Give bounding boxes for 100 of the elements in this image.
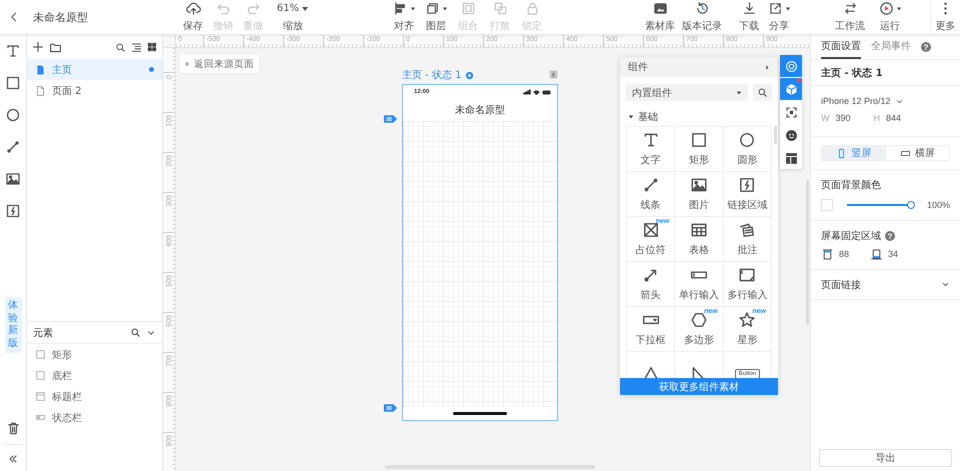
element-item[interactable]: 底栏 (27, 365, 162, 386)
height-value[interactable]: 844 (886, 113, 924, 123)
rectangle-icon[interactable] (5, 75, 21, 91)
trash-icon[interactable] (6, 421, 20, 436)
list-icon[interactable] (131, 42, 142, 52)
toolbar-button[interactable]: 图层 (420, 0, 452, 34)
toolbar-button[interactable]: 下载 (734, 0, 764, 34)
circle-icon (738, 131, 756, 149)
interaction-icon[interactable] (549, 70, 558, 79)
help-icon[interactable]: ? (921, 42, 931, 52)
add-icon[interactable] (32, 41, 44, 53)
toolbar-button[interactable]: 版本记录 (678, 0, 726, 34)
toolbar-button[interactable]: 对齐 (388, 0, 420, 34)
component-item[interactable]: 批注 (724, 217, 772, 262)
lock-icon (524, 1, 540, 16)
line-icon[interactable] (5, 139, 21, 155)
note-icon (738, 221, 756, 239)
field-label: H (874, 113, 880, 123)
component-item[interactable]: 矩形 (675, 127, 724, 172)
collapse-icon[interactable] (7, 453, 19, 465)
component-item[interactable]: 圆形 (724, 127, 772, 172)
tab[interactable]: 页面设置 (821, 35, 861, 59)
component-item[interactable]: 线条 (627, 172, 676, 217)
page-icon (35, 64, 46, 76)
rectangle-icon (35, 370, 46, 381)
component-item[interactable]: 多行输入 (724, 262, 772, 307)
rectangle-icon (690, 131, 708, 149)
workflow-icon (842, 1, 858, 16)
grid-icon[interactable] (147, 42, 157, 52)
expand-icon[interactable] (764, 62, 770, 72)
current-dot (149, 67, 154, 72)
group-icon (460, 1, 476, 16)
component-item[interactable]: 链接区域 (724, 172, 772, 217)
toolbar-button[interactable]: 61% 缩放 (268, 0, 318, 34)
play-icon (878, 1, 894, 16)
crop-frame-icon (784, 106, 798, 118)
component-item[interactable]: 箭头 (627, 262, 676, 307)
export-button[interactable]: 导出 (819, 449, 952, 467)
device-dropdown[interactable]: iPhone 12 Pro/12 (821, 94, 950, 108)
caret-icon (442, 6, 448, 12)
guide-tag-icon[interactable] (383, 403, 398, 413)
field-label: W (821, 113, 830, 123)
text-icon (642, 131, 660, 149)
toolbar-button[interactable]: 更多 (930, 0, 960, 34)
toolbar-button[interactable]: 素材库 (642, 0, 678, 34)
notification-dot (797, 78, 801, 82)
page-link-section[interactable]: 页面链接 (811, 270, 960, 300)
image-icon[interactable] (5, 171, 21, 187)
slider-thumb[interactable] (907, 201, 915, 209)
help-icon[interactable]: ? (885, 231, 895, 241)
undo-icon (216, 1, 230, 16)
download-icon (742, 1, 756, 16)
redo-icon (246, 1, 260, 16)
section-header[interactable]: 基础 (620, 108, 778, 126)
layers-icon (424, 1, 440, 16)
circle-icon[interactable] (5, 107, 21, 123)
more-components-button[interactable]: 获取更多组件素材 (620, 378, 778, 395)
folder-icon[interactable] (49, 40, 62, 54)
save-icon (186, 1, 200, 16)
target-icon (784, 60, 798, 72)
section-title: 页面背景颜色 (821, 178, 881, 192)
width-value[interactable]: 390 (836, 113, 874, 123)
element-item[interactable]: 矩形 (27, 344, 162, 365)
share-icon (768, 1, 782, 16)
orientation-option[interactable]: 横屏 (886, 146, 949, 160)
title-bar-icon (35, 391, 46, 402)
tab[interactable]: 全局事件 (871, 35, 911, 59)
toolbar-button[interactable]: 保存 (178, 0, 208, 34)
page-name: 主页 - 状态 1 (821, 66, 884, 80)
component-item[interactable]: 单行输入 (675, 262, 724, 307)
component-item[interactable]: 表格 (675, 217, 724, 262)
bottom-height-value[interactable]: 34 (888, 249, 914, 259)
component-item[interactable]: 下拉框 (627, 307, 676, 352)
page-icon (35, 84, 46, 96)
line-icon (642, 176, 660, 194)
color-swatch[interactable] (821, 199, 833, 211)
component-item[interactable]: 图片 (675, 172, 724, 217)
search-button[interactable] (753, 84, 772, 101)
caret-icon (784, 6, 790, 12)
element-item[interactable]: 状态栏 (27, 407, 162, 428)
signal-icon (523, 89, 531, 95)
library-dropdown[interactable]: 内置组件 (626, 84, 748, 101)
toolbar-button[interactable]: 工作流 (830, 0, 870, 34)
star-icon (738, 311, 756, 329)
guide-tag-icon[interactable] (383, 114, 398, 124)
component-item[interactable]: 文字 (627, 127, 676, 172)
text-tool-icon[interactable] (5, 43, 21, 59)
page-item[interactable]: 页面 2 (27, 80, 162, 101)
search-icon[interactable] (130, 327, 141, 338)
toolbar-button[interactable]: 运行 (870, 0, 910, 34)
top-height-value[interactable]: 88 (839, 249, 865, 259)
search-icon[interactable] (115, 42, 126, 52)
back-to-source-button[interactable]: 返回来源页面 (180, 55, 259, 73)
gear-icon[interactable] (464, 70, 474, 80)
link-area-icon[interactable] (5, 203, 21, 219)
toolbar-button[interactable]: 分享 (764, 0, 794, 34)
element-item[interactable]: 标题栏 (27, 386, 162, 407)
document-title: 未命名原型 (32, 10, 89, 24)
rectangle-icon (35, 349, 46, 360)
scrollbar[interactable] (774, 126, 777, 144)
